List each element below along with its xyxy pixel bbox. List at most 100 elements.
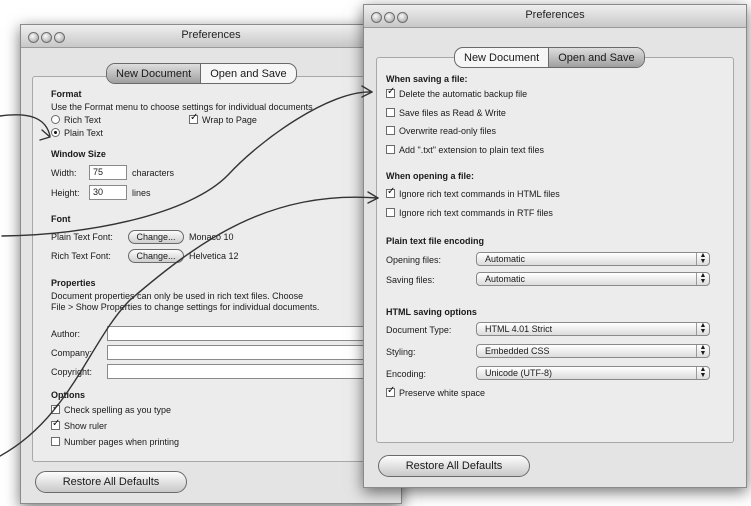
tab-new-document[interactable]: New Document xyxy=(455,48,548,67)
checkbox-checked-icon xyxy=(386,385,395,397)
encoding-label: Encoding: xyxy=(386,369,427,379)
format-heading: Format xyxy=(51,89,82,99)
rich-font-label: Rich Text Font: xyxy=(51,251,111,261)
height-label: Height: xyxy=(51,188,80,198)
read-write-label: Save files as Read & Write xyxy=(399,108,506,118)
copyright-label: Copyright: xyxy=(51,367,93,377)
opening-files-label: Opening files: xyxy=(386,255,442,265)
checkbox-checked-icon xyxy=(51,402,60,414)
document-type-value: HTML 4.01 Strict xyxy=(485,324,553,334)
right-window-titlebar[interactable]: Preferences xyxy=(364,5,746,28)
encoding-select[interactable]: Unicode (UTF-8) ▲ ▼ xyxy=(476,366,710,380)
stepper-arrows-icon: ▲ ▼ xyxy=(696,322,709,335)
stepper-arrows-icon: ▲ ▼ xyxy=(696,272,709,285)
window-title: Preferences xyxy=(525,9,585,21)
show-ruler-label: Show ruler xyxy=(64,421,108,431)
copyright-field[interactable] xyxy=(107,364,381,379)
right-preferences-window: Preferences New Document Open and Save W… xyxy=(363,4,747,488)
window-size-heading: Window Size xyxy=(51,149,106,159)
check-spelling-checkbox[interactable]: Check spelling as you type xyxy=(51,402,172,416)
ignore-rtf-label: Ignore rich text commands in RTF files xyxy=(399,208,553,218)
company-field[interactable] xyxy=(107,345,381,360)
stepper-arrows-icon: ▲ ▼ xyxy=(696,366,709,379)
checkbox-checked-icon xyxy=(386,186,395,198)
properties-description-line1: Document properties can only be used in … xyxy=(51,291,304,301)
stepper-arrows-icon: ▲ ▼ xyxy=(696,252,709,265)
width-unit: characters xyxy=(132,168,175,178)
number-pages-label: Number pages when printing xyxy=(64,437,180,447)
width-field[interactable]: 75 xyxy=(89,165,127,180)
format-description: Use the Format menu to choose settings f… xyxy=(51,102,316,112)
rich-font-value: Helvetica 12 xyxy=(189,251,239,261)
font-heading: Font xyxy=(51,214,71,224)
ignore-html-checkbox[interactable]: Ignore rich text commands in HTML files xyxy=(386,186,560,200)
ignore-rtf-checkbox[interactable]: Ignore rich text commands in RTF files xyxy=(386,208,553,219)
left-tab-control: New Document Open and Save xyxy=(106,63,297,84)
radio-selected-icon xyxy=(51,128,60,137)
styling-select[interactable]: Embedded CSS ▲ ▼ xyxy=(476,344,710,358)
left-restore-defaults-button[interactable]: Restore All Defaults xyxy=(35,471,187,493)
rich-text-label: Rich Text xyxy=(64,115,101,125)
width-label: Width: xyxy=(51,168,77,178)
properties-heading: Properties xyxy=(51,278,96,288)
document-type-select[interactable]: HTML 4.01 Strict ▲ ▼ xyxy=(476,322,710,336)
add-txt-checkbox[interactable]: Add ".txt" extension to plain text files xyxy=(386,145,544,156)
read-write-checkbox[interactable]: Save files as Read & Write xyxy=(386,108,506,119)
plain-font-value: Monaco 10 xyxy=(189,232,234,242)
author-field[interactable] xyxy=(107,326,381,341)
checkbox-checked-icon xyxy=(386,86,395,98)
tab-new-document[interactable]: New Document xyxy=(107,64,201,83)
height-field[interactable]: 30 xyxy=(89,185,127,200)
change-plain-font-button[interactable]: Change... xyxy=(128,230,184,244)
check-spelling-label: Check spelling as you type xyxy=(64,405,172,415)
right-restore-defaults-button[interactable]: Restore All Defaults xyxy=(378,455,530,477)
window-title: Preferences xyxy=(181,29,241,41)
tab-open-and-save[interactable]: Open and Save xyxy=(200,64,295,83)
overwrite-label: Overwrite read-only files xyxy=(399,126,497,136)
author-label: Author: xyxy=(51,329,81,339)
ignore-html-label: Ignore rich text commands in HTML files xyxy=(399,189,560,199)
checkbox-unchecked-icon xyxy=(51,437,60,446)
preserve-whitespace-label: Preserve white space xyxy=(399,388,486,398)
checkbox-checked-icon xyxy=(51,418,60,430)
company-label: Company: xyxy=(51,348,93,358)
rich-text-radio[interactable]: Rich Text xyxy=(51,115,101,126)
radio-icon xyxy=(51,115,60,124)
checkbox-checked-icon xyxy=(189,112,198,124)
checkbox-unchecked-icon xyxy=(386,108,395,117)
saving-files-label: Saving files: xyxy=(386,275,435,285)
properties-description-line2: File > Show Properties to change setting… xyxy=(51,302,320,312)
left-window-titlebar[interactable]: Preferences xyxy=(21,25,401,48)
encoding-heading: Plain text file encoding xyxy=(386,236,485,246)
overwrite-checkbox[interactable]: Overwrite read-only files xyxy=(386,126,496,137)
number-pages-checkbox[interactable]: Number pages when printing xyxy=(51,437,179,448)
checkbox-unchecked-icon xyxy=(386,126,395,135)
styling-label: Styling: xyxy=(386,347,416,357)
saving-heading: When saving a file: xyxy=(386,74,468,84)
stepper-arrows-icon: ▲ ▼ xyxy=(696,344,709,357)
document-type-label: Document Type: xyxy=(386,325,452,335)
plain-font-label: Plain Text Font: xyxy=(51,232,113,242)
opening-files-select[interactable]: Automatic ▲ ▼ xyxy=(476,252,710,266)
checkbox-unchecked-icon xyxy=(386,145,395,154)
change-rich-font-button[interactable]: Change... xyxy=(128,249,184,263)
html-heading: HTML saving options xyxy=(386,307,477,317)
saving-files-value: Automatic xyxy=(485,274,526,284)
options-heading: Options xyxy=(51,390,85,400)
styling-value: Embedded CSS xyxy=(485,346,550,356)
tab-open-and-save[interactable]: Open and Save xyxy=(548,48,644,67)
wrap-to-page-checkbox[interactable]: Wrap to Page xyxy=(189,112,257,126)
plain-text-radio[interactable]: Plain Text xyxy=(51,128,103,139)
delete-backup-checkbox[interactable]: Delete the automatic backup file xyxy=(386,86,528,100)
add-txt-label: Add ".txt" extension to plain text files xyxy=(399,145,544,155)
delete-backup-label: Delete the automatic backup file xyxy=(399,89,528,99)
encoding-value: Unicode (UTF-8) xyxy=(485,368,553,378)
preserve-whitespace-checkbox[interactable]: Preserve white space xyxy=(386,385,486,399)
show-ruler-checkbox[interactable]: Show ruler xyxy=(51,418,108,432)
saving-files-select[interactable]: Automatic ▲ ▼ xyxy=(476,272,710,286)
wrap-to-page-label: Wrap to Page xyxy=(202,115,257,125)
checkbox-unchecked-icon xyxy=(386,208,395,217)
opening-heading: When opening a file: xyxy=(386,171,474,181)
right-tab-control: New Document Open and Save xyxy=(454,47,645,68)
left-preferences-window: Preferences New Document Open and Save F… xyxy=(20,24,402,504)
